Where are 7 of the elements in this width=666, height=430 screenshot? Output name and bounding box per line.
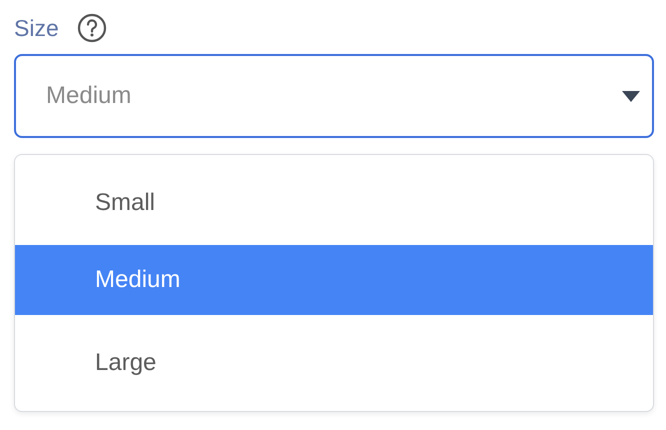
menu-option[interactable]: Large — [15, 323, 653, 403]
caret-icon — [622, 91, 640, 102]
menu-option[interactable]: Small — [15, 163, 653, 243]
help-icon[interactable] — [76, 13, 107, 43]
menu-option[interactable]: Medium — [15, 245, 653, 315]
size-select[interactable]: Medium — [14, 54, 654, 138]
field-label: Size — [14, 14, 59, 42]
